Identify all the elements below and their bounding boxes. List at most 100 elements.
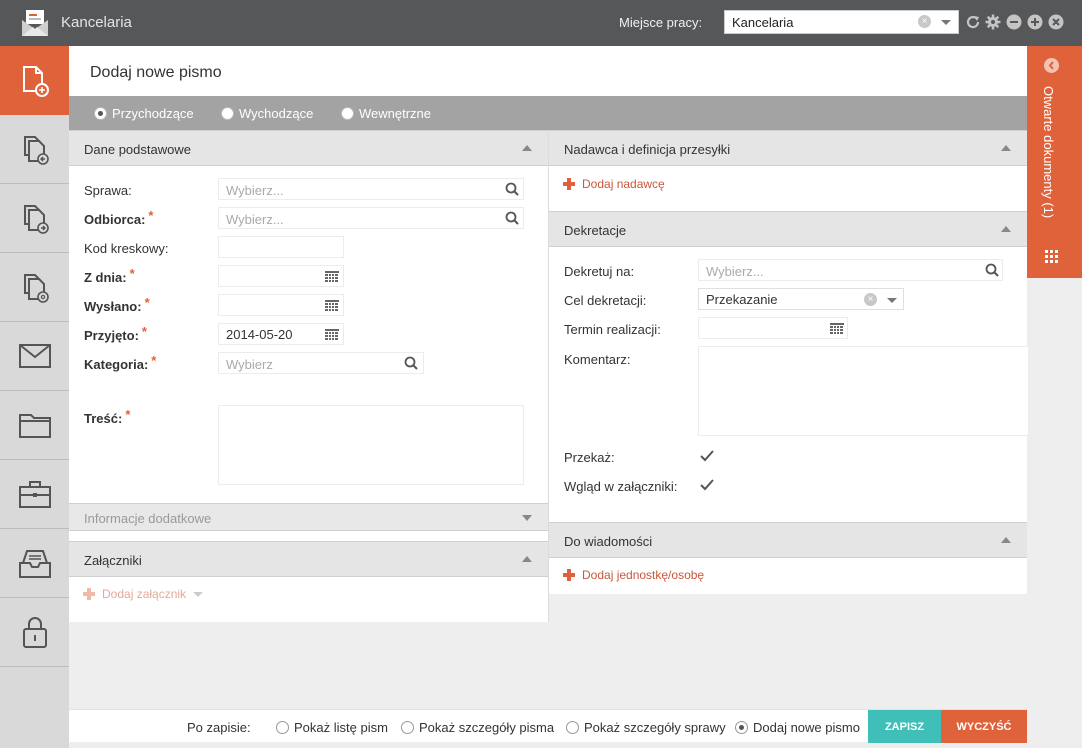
clear-icon[interactable]: × bbox=[918, 15, 931, 28]
collapse-icon[interactable] bbox=[1001, 145, 1011, 151]
bottom-bar: Po zapisie: Pokaż listę pism Pokaż szcze… bbox=[69, 709, 1027, 743]
maximize-icon[interactable] bbox=[1027, 14, 1043, 30]
zdnia-input[interactable] bbox=[218, 265, 344, 287]
search-icon[interactable] bbox=[505, 182, 519, 196]
calendar-icon[interactable] bbox=[325, 329, 339, 341]
nav-inbox[interactable] bbox=[0, 529, 69, 598]
collapse-icon[interactable] bbox=[1001, 226, 1011, 232]
expand-icon[interactable] bbox=[522, 515, 532, 521]
kategoria-input[interactable]: Wybierz bbox=[218, 352, 424, 374]
left-column: Dane podstawowe Sprawa: Wybierz... Odbio… bbox=[69, 130, 549, 622]
add-recipient-button[interactable]: Dodaj jednostkę/osobę bbox=[563, 568, 704, 582]
section-notify-header[interactable]: Do wiadomości bbox=[549, 522, 1027, 558]
after-radio-case[interactable]: Pokaż szczegóły sprawy bbox=[566, 720, 726, 735]
radio-button[interactable] bbox=[221, 107, 234, 120]
clear-button[interactable]: WYCZYŚĆ bbox=[941, 710, 1027, 743]
termin-input[interactable] bbox=[698, 317, 848, 339]
sprawa-input[interactable]: Wybierz... bbox=[218, 178, 524, 200]
dekretuj-label: Dekretuj na: bbox=[564, 264, 635, 279]
nav-mail[interactable] bbox=[0, 322, 69, 391]
after-radio-case-label: Pokaż szczegóły sprawy bbox=[584, 720, 726, 735]
required-mark: * bbox=[125, 407, 131, 422]
cel-select[interactable]: Przekazanie × bbox=[698, 288, 904, 310]
section-notify-title: Do wiadomości bbox=[564, 534, 653, 549]
right-column: Nadawca i definicja przesyłki Dodaj nada… bbox=[549, 130, 1029, 594]
close-icon[interactable] bbox=[1048, 14, 1064, 30]
add-sender-button[interactable]: Dodaj nadawcę bbox=[563, 177, 665, 191]
radio-button[interactable] bbox=[94, 107, 107, 120]
required-mark: * bbox=[129, 266, 135, 281]
wglad-checkbox[interactable] bbox=[699, 478, 715, 492]
section-attachments-header[interactable]: Załączniki bbox=[69, 541, 548, 577]
after-radio-new[interactable]: Dodaj nowe pismo bbox=[735, 720, 860, 735]
radio-button[interactable] bbox=[566, 721, 579, 734]
type-radio-internal[interactable]: Wewnętrzne bbox=[341, 106, 431, 121]
radio-button[interactable] bbox=[276, 721, 289, 734]
type-radio-incoming[interactable]: Przychodzące bbox=[94, 106, 194, 121]
chevron-down-icon[interactable] bbox=[887, 298, 897, 303]
przyjeto-input[interactable]: 2014-05-20 bbox=[218, 323, 344, 345]
chevron-down-icon[interactable] bbox=[941, 20, 951, 25]
after-radio-details[interactable]: Pokaż szczegóły pisma bbox=[401, 720, 554, 735]
tresc-textarea[interactable] bbox=[218, 405, 524, 485]
minimize-icon[interactable] bbox=[1006, 14, 1022, 30]
workplace-select[interactable]: Kancelaria × bbox=[724, 10, 959, 34]
komentarz-textarea[interactable] bbox=[698, 346, 1029, 436]
nav-incoming[interactable] bbox=[0, 115, 69, 184]
przyjeto-value: 2014-05-20 bbox=[226, 327, 293, 342]
calendar-icon[interactable] bbox=[325, 271, 339, 283]
collapse-icon[interactable] bbox=[522, 145, 532, 151]
nav-outgoing[interactable] bbox=[0, 184, 69, 253]
search-icon[interactable] bbox=[505, 211, 519, 225]
section-additional-header[interactable]: Informacje dodatkowe bbox=[69, 503, 548, 531]
radio-button[interactable] bbox=[341, 107, 354, 120]
odbiorca-input[interactable]: Wybierz... bbox=[218, 207, 524, 229]
app-title: Kancelaria bbox=[61, 14, 132, 31]
kategoria-placeholder: Wybierz bbox=[226, 357, 273, 372]
kategoria-label-text: Kategoria: bbox=[84, 357, 149, 372]
nav-folders[interactable] bbox=[0, 391, 69, 460]
open-documents-panel[interactable]: Otwarte dokumenty (1) bbox=[1027, 46, 1082, 278]
refresh-icon[interactable] bbox=[965, 14, 981, 30]
wyslano-input[interactable] bbox=[218, 294, 344, 316]
section-sender-header[interactable]: Nadawca i definicja przesyłki bbox=[549, 130, 1027, 166]
section-basic-header[interactable]: Dane podstawowe bbox=[69, 130, 548, 166]
przekaz-checkbox[interactable] bbox=[699, 449, 715, 463]
radio-button[interactable] bbox=[401, 721, 414, 734]
after-radio-list[interactable]: Pokaż listę pism bbox=[276, 720, 388, 735]
odbiorca-label: Odbiorca: * bbox=[84, 208, 153, 227]
section-decree-title: Dekretacje bbox=[564, 223, 627, 238]
zdnia-label: Z dnia: * bbox=[84, 266, 135, 285]
nav-lock[interactable] bbox=[0, 598, 69, 667]
kategoria-label: Kategoria: * bbox=[84, 353, 156, 372]
section-additional-title: Informacje dodatkowe bbox=[84, 511, 212, 526]
after-save-label: Po zapisie: bbox=[187, 720, 251, 735]
collapse-icon[interactable] bbox=[522, 556, 532, 562]
add-sender-label: Dodaj nadawcę bbox=[582, 177, 665, 191]
required-mark: * bbox=[148, 208, 154, 223]
calendar-icon[interactable] bbox=[325, 300, 339, 312]
dekretuj-input[interactable]: Wybierz... bbox=[698, 259, 1003, 281]
kod-input[interactable] bbox=[218, 236, 344, 258]
section-decree-header[interactable]: Dekretacje bbox=[549, 211, 1027, 247]
document-type-bar: Przychodzące Wychodzące Wewnętrzne bbox=[69, 96, 1027, 130]
nav-add-document[interactable] bbox=[0, 46, 69, 115]
section-sender-title: Nadawca i definicja przesyłki bbox=[564, 142, 731, 157]
calendar-icon[interactable] bbox=[830, 323, 844, 335]
wyslano-label-text: Wysłano: bbox=[84, 299, 142, 314]
radio-button[interactable] bbox=[735, 721, 748, 734]
search-icon[interactable] bbox=[404, 356, 418, 370]
save-button[interactable]: ZAPISZ bbox=[868, 710, 941, 743]
nav-cases[interactable] bbox=[0, 460, 69, 529]
search-icon[interactable] bbox=[985, 263, 999, 277]
type-radio-outgoing[interactable]: Wychodzące bbox=[221, 106, 313, 121]
gear-icon[interactable] bbox=[985, 14, 1001, 30]
chevron-down-icon[interactable] bbox=[193, 591, 204, 597]
clear-icon[interactable]: × bbox=[864, 293, 877, 306]
collapse-icon[interactable] bbox=[1001, 537, 1011, 543]
nav-email-documents[interactable] bbox=[0, 253, 69, 322]
document-incoming-icon bbox=[23, 136, 49, 165]
chevron-left-icon[interactable] bbox=[1044, 58, 1059, 73]
add-attachment-button[interactable]: Dodaj załącznik bbox=[83, 587, 204, 601]
grid-icon[interactable] bbox=[1045, 250, 1058, 263]
